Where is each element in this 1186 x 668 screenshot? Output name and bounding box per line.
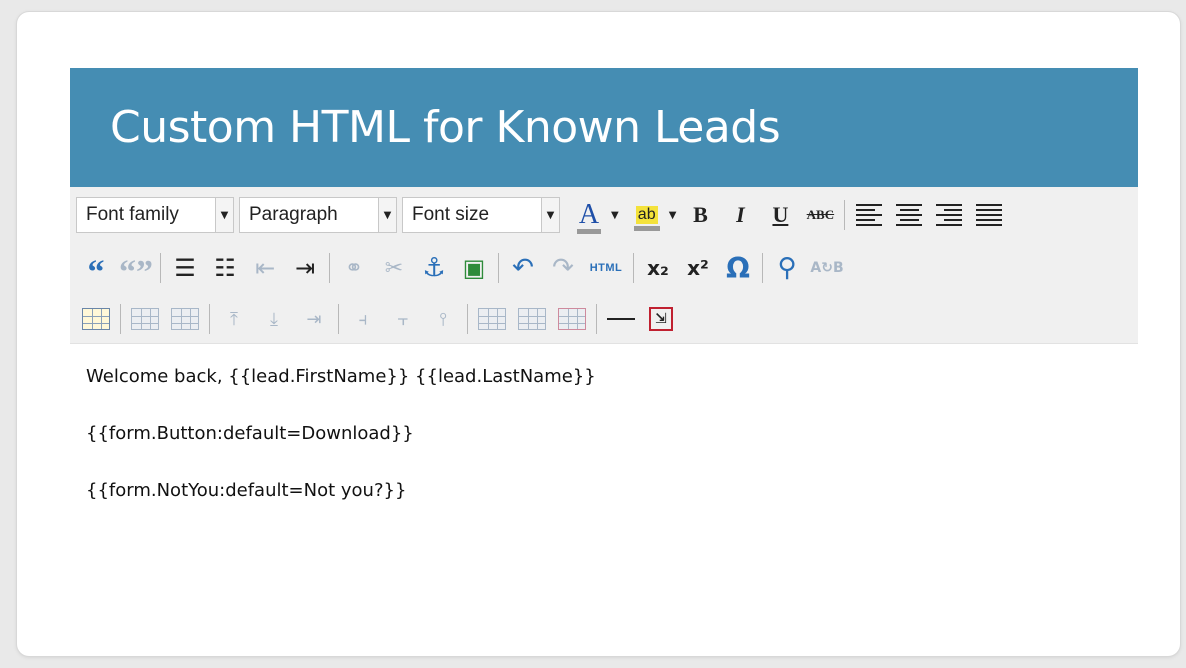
insert-col-after-icon[interactable]: ⫟ [386,302,420,336]
unlink-icon[interactable]: ✂ [377,251,411,285]
bullet-list-icon[interactable]: ☰ [168,251,202,285]
dialog-header: Custom HTML for Known Leads [70,68,1138,187]
horizontal-rule-icon[interactable] [604,302,638,336]
align-left-icon[interactable] [852,198,886,232]
strikethrough-icon[interactable]: ABC [803,198,837,232]
numbered-list-icon[interactable]: ☷ [208,251,242,285]
delete-col-icon[interactable]: ⫯ [426,302,460,336]
toolbar-separator [120,304,121,334]
underline-icon[interactable]: U [763,198,797,232]
format-value: Paragraph [249,204,338,225]
subscript-icon[interactable]: x₂ [641,251,675,285]
content-line-button: {{form.Button:default=Download}} [86,423,414,444]
editor-toolbar: Font family ▼ Paragraph ▼ Font size ▼ A … [70,187,1138,344]
toolbar-row-3: ⤒ ⤓ ⇥ ⫞ ⫟ ⫯ ⇲ [76,297,681,341]
toolbar-separator [844,200,846,230]
image-icon[interactable]: ▣ [457,251,491,285]
superscript-icon[interactable]: x² [681,251,715,285]
merge-cells-icon[interactable] [515,302,549,336]
align-center-icon[interactable] [892,198,926,232]
toolbar-separator [160,253,161,283]
toolbar-separator [762,253,763,283]
special-char-icon[interactable]: Ω [721,251,755,285]
toolbar-separator [329,253,330,283]
outdent-icon[interactable]: ⇤ [248,251,282,285]
table-icon[interactable] [79,302,113,336]
toolbar-row-2: “ “” ☰ ☷ ⇤ ⇥ ⚭ ✂ ⚓ ▣ ↶ ↷ HTML x₂ x² Ω ⚲ … [76,246,847,290]
insert-row-before-icon[interactable]: ⤒ [217,302,251,336]
background-color-icon[interactable]: ab [630,198,664,232]
toolbar-separator [498,253,499,283]
insert-col-before-icon[interactable]: ⫞ [346,302,380,336]
undo-icon[interactable]: ↶ [506,251,540,285]
delete-row-icon[interactable]: ⇥ [297,302,331,336]
toolbar-separator [633,253,634,283]
link-icon[interactable]: ⚭ [337,251,371,285]
chevron-down-icon[interactable]: ▼ [215,198,233,232]
background-color-button[interactable]: ab ▼ [627,198,677,232]
align-right-icon[interactable] [932,198,966,232]
chevron-down-icon[interactable]: ▼ [611,210,619,221]
toolbar-separator [338,304,339,334]
insert-row-after-icon[interactable]: ⤓ [257,302,291,336]
toolbar-row-1: Font family ▼ Paragraph ▼ Font size ▼ A … [76,193,1009,237]
content-line-welcome: Welcome back, {{lead.FirstName}} {{lead.… [86,366,596,387]
font-family-value: Font family [86,204,179,225]
redo-icon[interactable]: ↷ [546,251,580,285]
font-size-select[interactable]: Font size ▼ [402,197,560,233]
format-select[interactable]: Paragraph ▼ [239,197,397,233]
chevron-down-icon[interactable]: ▼ [378,198,396,232]
cell-props-icon[interactable] [168,302,202,336]
replace-icon[interactable]: A↻B [810,251,844,285]
delete-table-icon[interactable] [555,302,589,336]
anchor-icon[interactable]: ⚓ [417,251,451,285]
editor-content[interactable]: Welcome back, {{lead.FirstName}} {{lead.… [70,344,1138,559]
toolbar-separator [467,304,468,334]
dialog-title: Custom HTML for Known Leads [110,102,781,153]
known-leads-dialog: Custom HTML for Known Leads Font family … [70,68,1138,559]
row-props-icon[interactable] [128,302,162,336]
split-cells-icon[interactable] [475,302,509,336]
font-family-select[interactable]: Font family ▼ [76,197,234,233]
page-break-icon[interactable]: ⇲ [644,302,678,336]
text-color-button[interactable]: A ▼ [569,198,619,234]
text-color-icon[interactable]: A [572,198,606,234]
font-size-value: Font size [412,204,490,225]
align-justify-icon[interactable] [972,198,1006,232]
content-line-not-you: {{form.NotYou:default=Not you?}} [86,480,407,501]
blockquote-icon[interactable]: “ [79,246,113,290]
html-source-icon[interactable]: HTML [586,251,626,285]
italic-icon[interactable]: I [723,198,757,232]
indent-icon[interactable]: ⇥ [288,251,322,285]
toolbar-separator [596,304,597,334]
chevron-down-icon[interactable]: ▼ [669,210,677,221]
unquote-icon[interactable]: “” [119,246,153,290]
bold-icon[interactable]: B [683,198,717,232]
toolbar-separator [209,304,210,334]
find-icon[interactable]: ⚲ [770,251,804,285]
chevron-down-icon[interactable]: ▼ [541,198,559,232]
